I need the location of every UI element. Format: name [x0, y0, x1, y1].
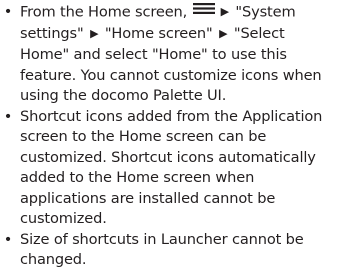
note-text: Shortcut icons added from the Applicatio…: [20, 107, 323, 228]
bullet: •: [3, 230, 13, 248]
arrow-right-icon: ▶: [220, 5, 229, 19]
note-item: • From the Home screen, ▶ "System settin…: [3, 2, 338, 107]
note-text: "Home screen": [100, 24, 218, 42]
notes-list: • From the Home screen, ▶ "System settin…: [0, 0, 338, 271]
note-item: • Shortcut icons added from the Applicat…: [3, 107, 338, 230]
arrow-right-icon: ▶: [90, 26, 99, 40]
arrow-right-icon: ▶: [219, 26, 228, 40]
note-text: From the Home screen,: [20, 3, 192, 21]
note-text: Size of shortcuts in Launcher cannot be …: [20, 230, 304, 269]
note-item: • Size of shortcuts in Launcher cannot b…: [3, 230, 338, 271]
bullet: •: [3, 3, 13, 20]
menu-icon: [192, 0, 215, 21]
bullet: •: [3, 107, 13, 125]
